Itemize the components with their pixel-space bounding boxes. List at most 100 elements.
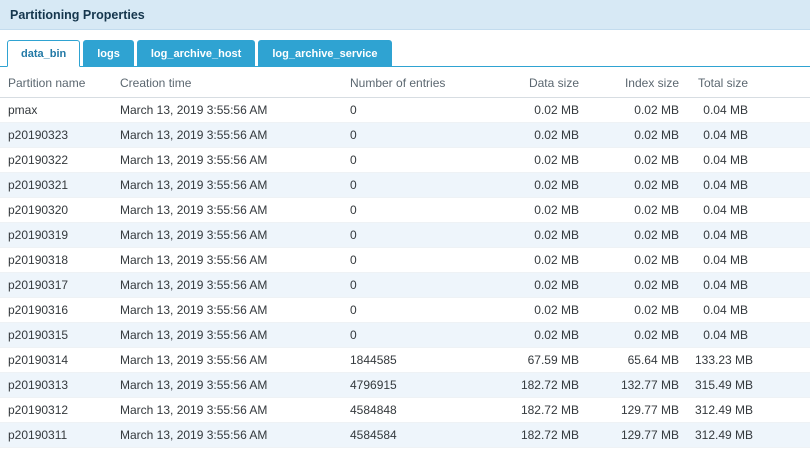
cell: 309.49 MB: [687, 448, 810, 453]
table-row: p20190311March 13, 2019 3:55:56 AM458458…: [0, 423, 810, 448]
cell: 0.04 MB: [687, 323, 810, 348]
cell: p20190322: [0, 148, 112, 173]
cell: 0: [342, 198, 482, 223]
cell: 0.04 MB: [687, 198, 810, 223]
cell: 1844585: [342, 348, 482, 373]
cell: p20190315: [0, 323, 112, 348]
cell: March 13, 2019 3:55:56 AM: [112, 148, 342, 173]
cell: 0.02 MB: [482, 298, 587, 323]
cell: 132.77 MB: [587, 373, 687, 398]
cell: 315.49 MB: [687, 373, 810, 398]
cell: 4584584: [342, 423, 482, 448]
cell: p20190311: [0, 423, 112, 448]
cell: 0.02 MB: [587, 248, 687, 273]
cell: 0.04 MB: [687, 248, 810, 273]
cell: 0.02 MB: [482, 123, 587, 148]
cell: 0: [342, 123, 482, 148]
cell: 0.04 MB: [687, 223, 810, 248]
cell: 0.02 MB: [482, 98, 587, 123]
cell: 0.04 MB: [687, 123, 810, 148]
cell: 0.02 MB: [482, 248, 587, 273]
panel-title: Partitioning Properties: [0, 0, 810, 30]
cell: 0: [342, 248, 482, 273]
cell: 0: [342, 148, 482, 173]
table-row: p20190313March 13, 2019 3:55:56 AM479691…: [0, 373, 810, 398]
cell: 0.02 MB: [587, 148, 687, 173]
cell: March 13, 2019 3:55:56 AM: [112, 423, 342, 448]
cell: p20190312: [0, 398, 112, 423]
cell: 0.02 MB: [482, 148, 587, 173]
column-header: Data size: [482, 67, 587, 98]
cell: 129.77 MB: [587, 423, 687, 448]
cell: p20190323: [0, 123, 112, 148]
cell: 312.49 MB: [687, 398, 810, 423]
cell: March 13, 2019 3:55:56 AM: [112, 323, 342, 348]
cell: 4584848: [342, 398, 482, 423]
cell: 0.02 MB: [482, 323, 587, 348]
cell: 0.04 MB: [687, 98, 810, 123]
table-row: p20190318March 13, 2019 3:55:56 AM00.02 …: [0, 248, 810, 273]
cell: March 13, 2019 3:55:56 AM: [112, 273, 342, 298]
cell: p20190317: [0, 273, 112, 298]
cell: 65.64 MB: [587, 348, 687, 373]
cell: 0: [342, 298, 482, 323]
table-header-row: Partition nameCreation timeNumber of ent…: [0, 67, 810, 98]
column-header: Creation time: [112, 67, 342, 98]
cell: March 13, 2019 3:55:56 AM: [112, 173, 342, 198]
cell: 0: [342, 323, 482, 348]
table-row: p20190319March 13, 2019 3:55:56 AM00.02 …: [0, 223, 810, 248]
tab-log_archive_service[interactable]: log_archive_service: [258, 40, 391, 67]
cell: March 13, 2019 3:55:56 AM: [112, 398, 342, 423]
cell: March 13, 2019 3:55:56 AM: [112, 348, 342, 373]
cell: p20190318: [0, 248, 112, 273]
table-body: pmaxMarch 13, 2019 3:55:56 AM00.02 MB0.0…: [0, 98, 810, 453]
cell: 0.02 MB: [587, 123, 687, 148]
cell: p20190320: [0, 198, 112, 223]
table-row: p20190323March 13, 2019 3:55:56 AM00.02 …: [0, 123, 810, 148]
cell: March 13, 2019 3:55:56 AM: [112, 298, 342, 323]
table-row: p20190312March 13, 2019 3:55:56 AM458484…: [0, 398, 810, 423]
cell: 182.72 MB: [482, 423, 587, 448]
cell: 0.02 MB: [482, 223, 587, 248]
cell: March 13, 2019 3:55:56 AM: [112, 248, 342, 273]
tab-log_archive_host[interactable]: log_archive_host: [137, 40, 255, 67]
cell: 0.02 MB: [587, 323, 687, 348]
partitions-table: Partition nameCreation timeNumber of ent…: [0, 67, 810, 453]
cell: March 13, 2019 3:55:56 AM: [112, 198, 342, 223]
tab-logs[interactable]: logs: [83, 40, 134, 67]
cell: 0.04 MB: [687, 173, 810, 198]
table-row: p20190322March 13, 2019 3:55:56 AM00.02 …: [0, 148, 810, 173]
cell: 0.02 MB: [482, 173, 587, 198]
cell: 0.02 MB: [587, 98, 687, 123]
cell: 0: [342, 223, 482, 248]
table-row: p20190314March 13, 2019 3:55:56 AM184458…: [0, 348, 810, 373]
cell: March 13, 2019 3:55:56 AM: [112, 223, 342, 248]
table-row: p20190315March 13, 2019 3:55:56 AM00.02 …: [0, 323, 810, 348]
cell: p20190313: [0, 373, 112, 398]
cell: 0.02 MB: [482, 273, 587, 298]
cell: 0.02 MB: [587, 273, 687, 298]
cell: p20190314: [0, 348, 112, 373]
column-header: Number of entries: [342, 67, 482, 98]
table-row: p20190310March 13, 2019 3:55:56 AM455286…: [0, 448, 810, 453]
cell: p20190316: [0, 298, 112, 323]
table-row: p20190316March 13, 2019 3:55:56 AM00.02 …: [0, 298, 810, 323]
tab-data_bin[interactable]: data_bin: [7, 40, 80, 67]
cell: 0.02 MB: [587, 298, 687, 323]
column-header: Index size: [587, 67, 687, 98]
table-row: p20190320March 13, 2019 3:55:56 AM00.02 …: [0, 198, 810, 223]
cell: March 13, 2019 3:55:56 AM: [112, 98, 342, 123]
tab-bar: data_binlogslog_archive_hostlog_archive_…: [0, 40, 810, 67]
cell: 181.72 MB: [482, 448, 587, 453]
cell: 0: [342, 98, 482, 123]
cell: p20190319: [0, 223, 112, 248]
cell: March 13, 2019 3:55:56 AM: [112, 448, 342, 453]
cell: 0.04 MB: [687, 298, 810, 323]
cell: 129.77 MB: [587, 398, 687, 423]
cell: p20190321: [0, 173, 112, 198]
cell: pmax: [0, 98, 112, 123]
cell: 0: [342, 173, 482, 198]
column-header: Partition name: [0, 67, 112, 98]
cell: 4796915: [342, 373, 482, 398]
cell: 182.72 MB: [482, 373, 587, 398]
